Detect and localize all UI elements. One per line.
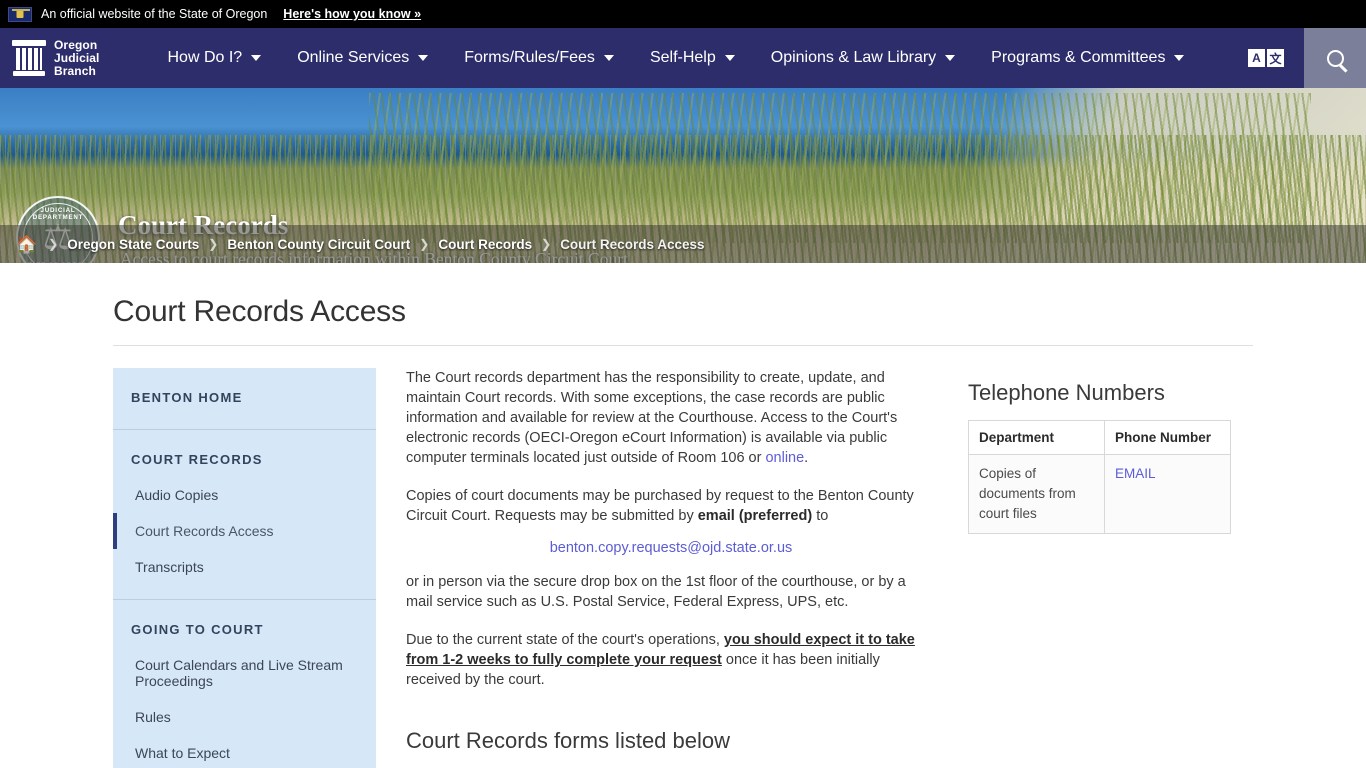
sidebar-item-benton-home[interactable]: BENTON HOME (113, 378, 376, 415)
table-row: Copies of documents from court files EMA… (968, 454, 1231, 534)
nav-item-self-help[interactable]: Self-Help (632, 28, 753, 88)
official-site-text: An official website of the State of Oreg… (41, 7, 268, 21)
sidebar-navigation: BENTON HOME COURT RECORDS Audio Copies C… (113, 368, 376, 768)
nav-label: How Do I? (167, 49, 243, 66)
brand-line-1: Oregon (54, 37, 98, 52)
paragraph-copies-text-a: Copies of court documents may be purchas… (406, 488, 914, 524)
page-body: Court Records Access BENTON HOME COURT R… (0, 263, 1366, 768)
breadcrumb-item-benton-county-circuit-court[interactable]: Benton County Circuit Court (227, 237, 410, 252)
breadcrumb-separator: ❯ (208, 237, 219, 251)
nav-item-online-services[interactable]: Online Services (279, 28, 446, 88)
nav-label: Opinions & Law Library (770, 49, 937, 66)
pillar-icon (12, 40, 46, 76)
chevron-down-icon (724, 55, 735, 61)
hero-banner: JUDICIAL DEPARTMENT ⚖ STATE OF OREGON Co… (0, 88, 1366, 263)
breadcrumb-item-court-records[interactable]: Court Records (438, 237, 532, 252)
online-link[interactable]: online (765, 450, 804, 466)
nav-label: Forms/Rules/Fees (464, 49, 595, 66)
table-header-row: Department Phone Number (968, 420, 1231, 455)
sidebar-section-benton-home: BENTON HOME (113, 368, 376, 430)
paragraph-turnaround: Due to the current state of the court's … (406, 630, 936, 690)
brand-text: Oregon Judicial Branch (54, 37, 100, 78)
breadcrumb-item-court-records-access: Court Records Access (560, 236, 705, 252)
cell-department: Copies of documents from court files (968, 454, 1105, 534)
search-icon (1326, 49, 1344, 67)
nav-item-how-do-i[interactable]: How Do I? (149, 28, 279, 88)
email-link[interactable]: EMAIL (1115, 466, 1156, 481)
sidebar-section-court-records: COURT RECORDS Audio Copies Court Records… (113, 430, 376, 600)
paragraph-turnaround-text-a: Due to the current state of the court's … (406, 632, 724, 648)
paragraph-copies-text-b: to (812, 508, 829, 524)
sidebar-item-court-calendars[interactable]: Court Calendars and Live Stream Proceedi… (113, 647, 376, 699)
sidebar-item-court-records-access[interactable]: Court Records Access (113, 513, 376, 549)
telephone-numbers-title: Telephone Numbers (968, 380, 1165, 405)
paragraph-dropbox: or in person via the secure drop box on … (406, 574, 906, 610)
copy-requests-email-line: benton.copy.requests@ojd.state.or.us (406, 540, 936, 556)
nav-label: Programs & Committees (991, 49, 1166, 66)
brand-logo[interactable]: Oregon Judicial Branch (0, 28, 109, 88)
chevron-down-icon (1174, 55, 1185, 61)
oregon-flag-icon (8, 6, 32, 22)
paragraph-intro-period: . (804, 450, 809, 466)
copy-requests-email-link[interactable]: benton.copy.requests@ojd.state.or.us (550, 540, 793, 556)
brand-line-3: Branch (54, 63, 96, 78)
breadcrumb: 🏠 ❯ Oregon State Courts ❯ Benton County … (0, 225, 1366, 263)
brand-line-2: Judicial (54, 50, 100, 65)
nav-item-forms-rules-fees[interactable]: Forms/Rules/Fees (446, 28, 632, 88)
right-rail: Telephone Numbers Department Phone Numbe… (960, 368, 1231, 534)
chevron-down-icon (603, 55, 614, 61)
translate-latin-letter: A (1248, 49, 1265, 67)
sidebar-item-transcripts[interactable]: Transcripts (113, 549, 376, 585)
chevron-down-icon (945, 55, 956, 61)
translate-button[interactable]: A 文 (1248, 49, 1286, 67)
paragraph-intro-text: The Court records department has the res… (406, 370, 898, 466)
nav-label: Self-Help (649, 49, 716, 66)
sidebar-item-what-to-expect[interactable]: What to Expect (113, 735, 376, 768)
nav-item-opinions-law-library[interactable]: Opinions & Law Library (753, 28, 973, 88)
telephone-numbers-table: Department Phone Number Copies of docume… (968, 420, 1231, 534)
column-header-phone-number: Phone Number (1104, 420, 1231, 455)
sidebar-item-audio-copies[interactable]: Audio Copies (113, 477, 376, 513)
sidebar-item-rules[interactable]: Rules (113, 699, 376, 735)
breadcrumb-separator: ❯ (541, 237, 552, 251)
nav-item-programs-committees[interactable]: Programs & Committees (973, 28, 1202, 88)
sidebar-heading-going-to-court[interactable]: GOING TO COURT (113, 610, 376, 647)
cell-phone-number: EMAIL (1104, 454, 1231, 534)
paragraph-intro: The Court records department has the res… (406, 368, 936, 468)
sidebar-section-going-to-court: GOING TO COURT Court Calendars and Live … (113, 600, 376, 768)
breadcrumb-separator: ❯ (419, 237, 430, 251)
forms-section-heading: Court Records forms listed below (406, 728, 731, 753)
translate-cjk-letter: 文 (1267, 49, 1284, 67)
sidebar-heading-court-records[interactable]: COURT RECORDS (113, 440, 376, 477)
hero-tall-grass-decoration (368, 93, 1312, 243)
chevron-down-icon (418, 55, 429, 61)
paragraph-copies: Copies of court documents may be purchas… (406, 486, 936, 526)
column-header-department: Department (968, 420, 1105, 455)
official-state-banner: An official website of the State of Oreg… (0, 0, 1366, 28)
breadcrumb-item-oregon-state-courts[interactable]: Oregon State Courts (67, 237, 199, 252)
title-divider (113, 345, 1253, 346)
content-columns: BENTON HOME COURT RECORDS Audio Copies C… (113, 368, 1253, 768)
page-title: Court Records Access (113, 295, 406, 328)
home-icon[interactable]: 🏠 (16, 236, 37, 253)
nav-label: Online Services (297, 49, 410, 66)
breadcrumb-separator: ❯ (48, 237, 59, 251)
email-preferred-emphasis: email (preferred) (697, 508, 813, 524)
chevron-down-icon (251, 55, 262, 61)
main-navigation: Oregon Judicial Branch How Do I? Online … (0, 28, 1366, 88)
nav-items: How Do I? Online Services Forms/Rules/Fe… (149, 28, 1248, 88)
main-content: The Court records department has the res… (376, 368, 960, 754)
heres-how-you-know-link[interactable]: Here's how you know » (283, 7, 421, 21)
search-button[interactable] (1304, 28, 1366, 88)
nav-right-controls: A 文 (1248, 28, 1366, 88)
